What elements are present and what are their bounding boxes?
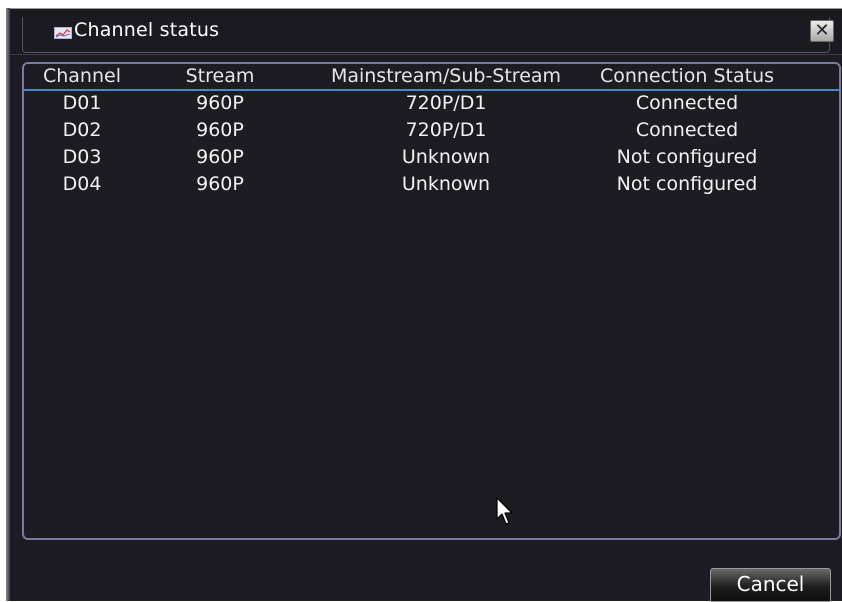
dialog-titlebar: Channel status ✕ <box>10 9 842 55</box>
column-header-connection-status: Connection Status <box>599 65 775 87</box>
column-header-mainstream-substream: Mainstream/Sub-Stream <box>330 65 562 87</box>
cell-mainstream-substream: Unknown <box>401 146 491 168</box>
cell-connection-status: Not configured <box>616 146 758 168</box>
cell-stream: 960P <box>196 146 244 168</box>
status-chart-icon <box>54 27 72 39</box>
dialog-title: Channel status <box>74 19 220 41</box>
cell-stream: 960P <box>196 173 244 195</box>
header-divider <box>24 89 839 91</box>
cell-mainstream-substream: 720P/D1 <box>405 92 487 114</box>
channel-status-dialog: Channel status ✕ Channel Stream Mainstre… <box>10 8 842 602</box>
cell-connection-status: Connected <box>635 119 739 141</box>
cancel-button[interactable]: Cancel <box>710 568 831 602</box>
cell-mainstream-substream: Unknown <box>401 173 491 195</box>
close-icon: ✕ <box>814 20 830 41</box>
cell-stream: 960P <box>196 92 244 114</box>
column-header-stream: Stream <box>185 65 255 87</box>
channel-table: Channel Stream Mainstream/Sub-Stream Con… <box>22 62 841 540</box>
mouse-pointer-icon <box>496 497 513 525</box>
cell-connection-status: Connected <box>635 92 739 114</box>
screen: Channel status ✕ Channel Stream Mainstre… <box>0 0 842 602</box>
cell-stream: 960P <box>196 119 244 141</box>
cell-mainstream-substream: 720P/D1 <box>405 119 487 141</box>
cell-connection-status: Not configured <box>616 173 758 195</box>
close-button[interactable]: ✕ <box>810 20 834 42</box>
